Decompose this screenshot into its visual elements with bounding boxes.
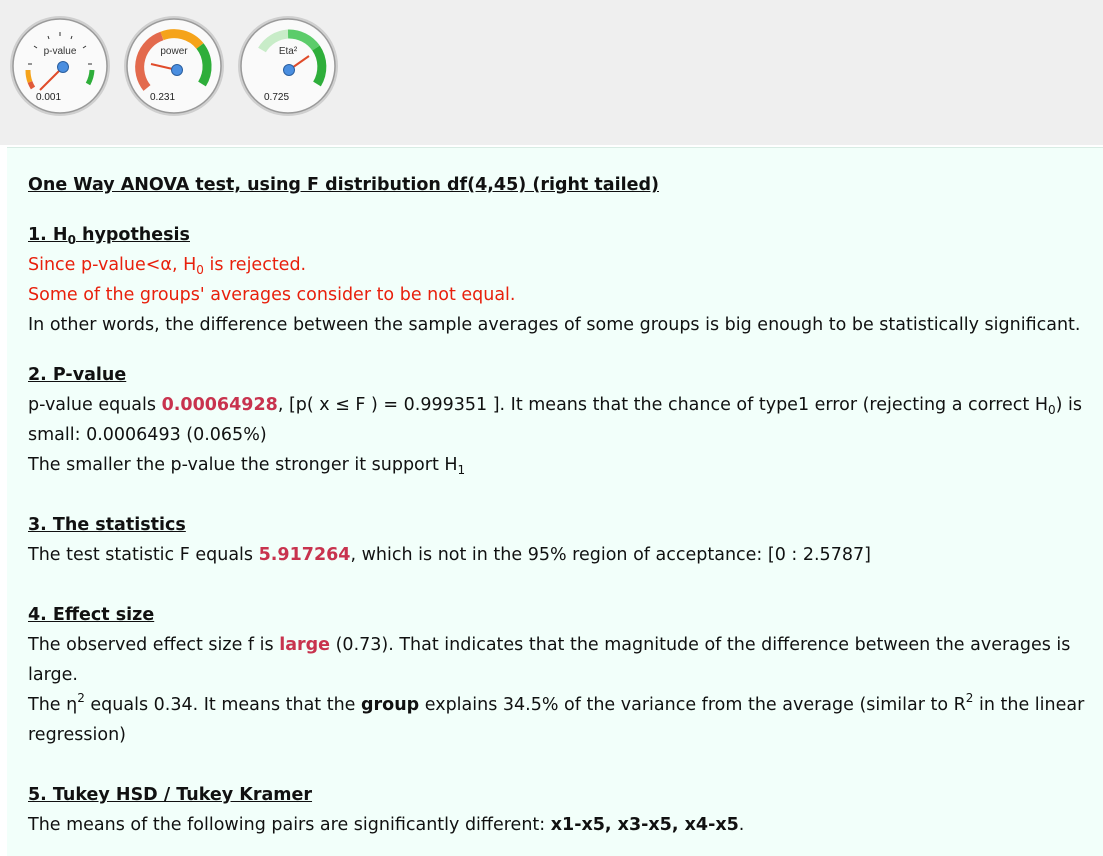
power-gauge-value: 0.231 xyxy=(150,92,176,103)
tukey-pairs: x1-x5, x3-x5, x4-x5 xyxy=(550,815,739,835)
effect-size-text: The observed effect size f is large (0.7… xyxy=(28,635,1071,685)
power-gauge: power 0.231 xyxy=(122,14,226,118)
f-statistic-value: 5.917264 xyxy=(258,545,351,565)
pvalue-support-text: The smaller the p-value the stronger it … xyxy=(28,455,466,477)
tukey-heading: 5. Tukey HSD / Tukey Kramer xyxy=(28,785,313,805)
hypothesis-rejected-text: Since p-value<α, H0 is rejected. xyxy=(28,255,307,277)
effect-size-label: large xyxy=(279,635,331,655)
eta-squared-text: The η2 equals 0.34. It means that the gr… xyxy=(28,691,1085,745)
effect-size-heading: 4. Effect size xyxy=(28,605,155,625)
power-gauge-title: power xyxy=(160,46,188,57)
pvalue-gauge-title: p-value xyxy=(43,46,77,57)
hypothesis-explanation: In other words, the difference between t… xyxy=(28,315,1081,335)
pvalue-gauge-value: 0.001 xyxy=(36,92,62,103)
gauge-strip: p-value 0.001 power 0.231 Eta² 0.725 xyxy=(0,0,1103,145)
results-content: One Way ANOVA test, using F distribution… xyxy=(28,170,1093,840)
groups-not-equal-text: Some of the groups' averages consider to… xyxy=(28,285,516,305)
results-panel: One Way ANOVA test, using F distribution… xyxy=(7,147,1103,856)
pvalue-heading: 2. P-value xyxy=(28,365,127,385)
hypothesis-heading: 1. H0 hypothesis xyxy=(28,225,190,247)
test-title: One Way ANOVA test, using F distribution… xyxy=(28,175,659,195)
gauge-group: p-value 0.001 power 0.231 Eta² 0.725 xyxy=(8,14,348,124)
pvalue-text: p-value equals 0.00064928, [p( x ≤ F ) =… xyxy=(28,395,1083,445)
statistics-text: The test statistic F equals 5.917264, wh… xyxy=(28,545,871,565)
statistics-heading: 3. The statistics xyxy=(28,515,186,535)
pvalue-number: 0.00064928 xyxy=(161,395,278,415)
tukey-text: The means of the following pairs are sig… xyxy=(28,815,745,835)
eta-gauge-title: Eta² xyxy=(278,46,298,57)
pvalue-gauge: p-value 0.001 xyxy=(8,14,112,118)
eta-gauge: Eta² 0.725 xyxy=(236,14,340,118)
eta-gauge-value: 0.725 xyxy=(264,92,290,103)
